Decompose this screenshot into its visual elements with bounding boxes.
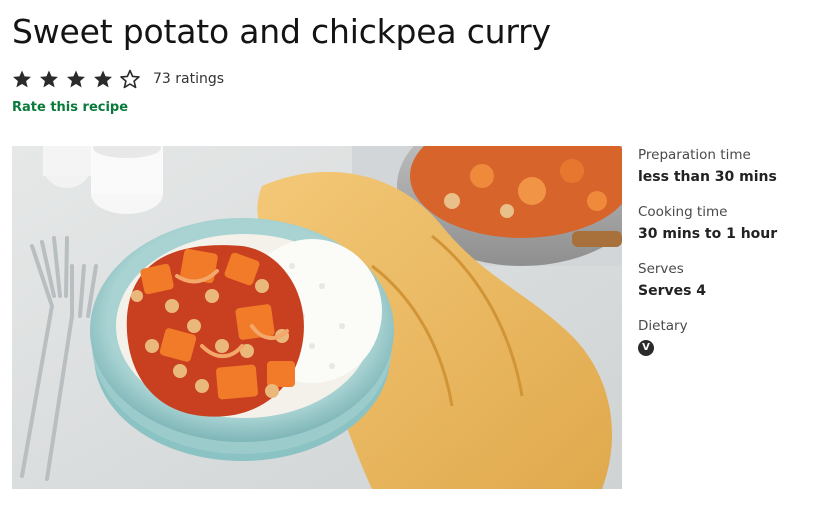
prep-time: Preparation time less than 30 mins xyxy=(638,146,823,190)
serves: Serves Serves 4 xyxy=(638,260,823,304)
cook-time-label: Cooking time xyxy=(638,204,728,220)
star-filled-icon[interactable] xyxy=(93,69,113,89)
star-filled-icon[interactable] xyxy=(12,69,32,89)
dietary-label: Dietary xyxy=(638,318,688,334)
cook-time: Cooking time 30 mins to 1 hour xyxy=(638,203,823,247)
rating-row: 73 ratings xyxy=(12,67,224,91)
vegetarian-icon[interactable]: V xyxy=(638,340,654,356)
recipe-photo xyxy=(12,146,622,489)
star-filled-icon[interactable] xyxy=(66,69,86,89)
rate-recipe-link[interactable]: Rate this recipe xyxy=(12,100,128,115)
star-rating[interactable] xyxy=(12,69,147,89)
prep-time-label: Preparation time xyxy=(638,147,751,163)
cook-time-value: 30 mins to 1 hour xyxy=(638,226,778,242)
star-filled-icon[interactable] xyxy=(39,69,59,89)
recipe-title: Sweet potato and chickpea curry xyxy=(12,12,551,51)
rating-count: 73 ratings xyxy=(153,71,225,87)
dietary: Dietary V xyxy=(638,317,823,356)
serves-label: Serves xyxy=(638,261,684,277)
prep-time-value: less than 30 mins xyxy=(638,169,777,185)
serves-value: Serves 4 xyxy=(638,283,707,299)
recipe-details: Preparation time less than 30 mins Cooki… xyxy=(638,146,823,369)
star-outline-icon[interactable] xyxy=(120,69,140,89)
